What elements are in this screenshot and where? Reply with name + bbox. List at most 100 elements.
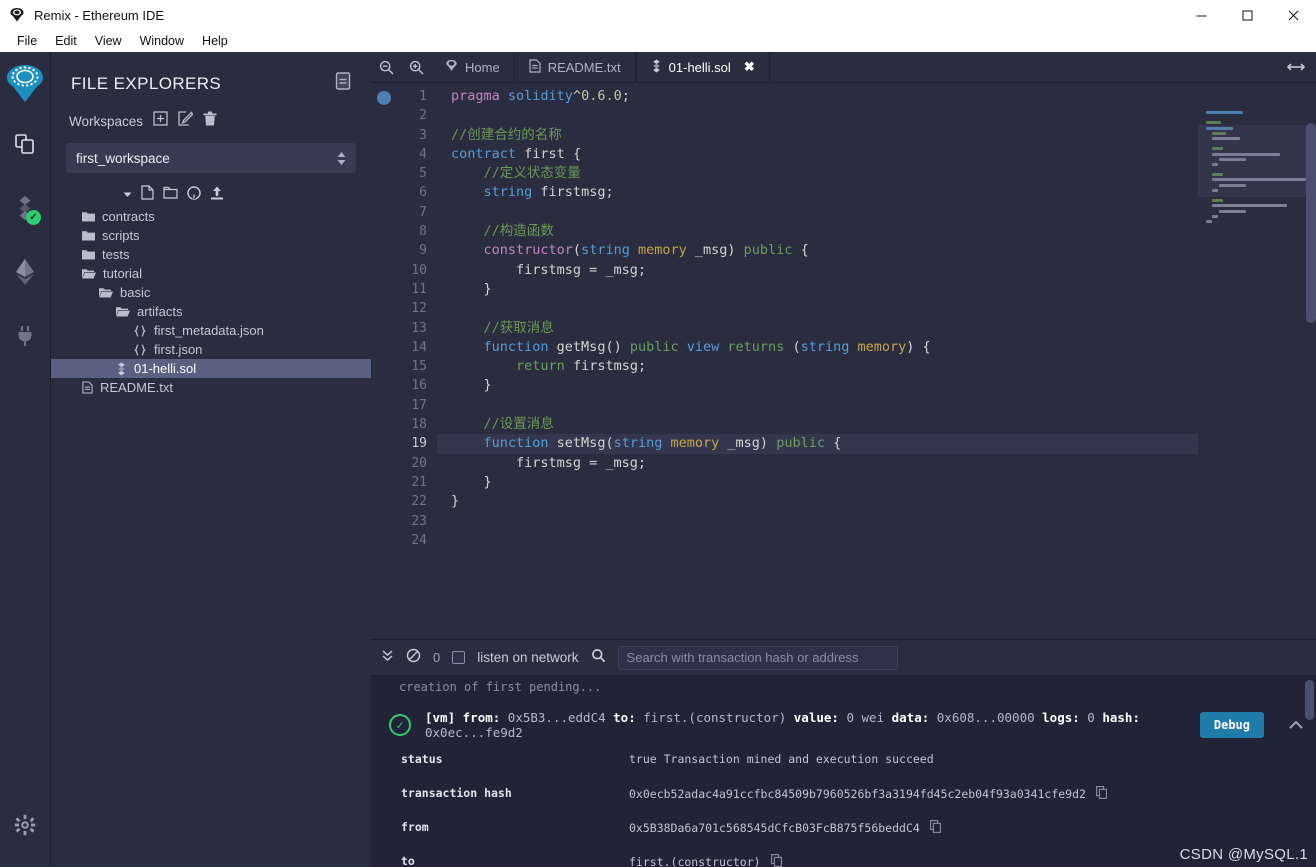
zoom-out-icon[interactable]	[371, 52, 401, 82]
minimap-slider[interactable]	[1198, 125, 1316, 197]
code-token: ) {	[906, 338, 931, 355]
pencil-square-icon[interactable]	[178, 111, 194, 131]
code-line[interactable]: firstmsg = _msg;	[451, 261, 1198, 280]
menu-edit[interactable]: Edit	[46, 32, 86, 50]
sidebar-item-solidity-compiler[interactable]: ✓	[4, 188, 46, 232]
code-line[interactable]: }	[451, 280, 1198, 299]
line-number: 14	[411, 339, 427, 355]
breakpoint-icon[interactable]	[377, 91, 391, 105]
search-icon[interactable]	[591, 648, 606, 668]
text-file-icon	[529, 58, 541, 76]
tree-item-first-json[interactable]: first.json	[51, 340, 371, 359]
code-line[interactable]: return firstmsg;	[451, 357, 1198, 376]
code-line[interactable]	[451, 512, 1198, 531]
code-line[interactable]: function getMsg() public view returns (s…	[451, 338, 1198, 357]
tree-item-scripts[interactable]: scripts	[51, 226, 371, 245]
menu-view[interactable]: View	[86, 32, 131, 50]
sidebar-item-plugin-manager[interactable]	[4, 316, 46, 360]
code-line[interactable]: //获取消息	[451, 319, 1198, 338]
tab-home[interactable]: Home	[431, 52, 515, 82]
terminal-scrollbar[interactable]	[1305, 680, 1314, 720]
copy-icon[interactable]	[1096, 786, 1107, 802]
workspace-select[interactable]: first_workspace	[66, 143, 356, 173]
tx-summary-key: from:	[462, 710, 508, 725]
github-icon[interactable]	[187, 185, 201, 203]
tab-readme[interactable]: README.txt	[515, 52, 636, 82]
editor-breakpoint-gutter[interactable]	[371, 83, 397, 639]
tree-item-basic[interactable]: basic	[51, 283, 371, 302]
close-button[interactable]	[1270, 0, 1316, 30]
line-number: 4	[419, 146, 427, 162]
trash-icon[interactable]	[203, 111, 217, 131]
chevron-up-icon[interactable]	[1288, 716, 1304, 734]
code-line[interactable]: //设置消息	[451, 415, 1198, 434]
tree-item-tutorial[interactable]: tutorial	[51, 264, 371, 283]
code-line[interactable]: }	[451, 376, 1198, 395]
code-token: memory	[857, 338, 907, 355]
minimap-line	[1206, 225, 1316, 228]
copy-icon[interactable]	[929, 820, 941, 836]
code-line[interactable]: //构造函数	[451, 222, 1198, 241]
code-line[interactable]	[451, 203, 1198, 222]
expand-horizontal-icon[interactable]	[1286, 60, 1306, 78]
code-line[interactable]: function setMsg(string memory _msg) publ…	[437, 434, 1198, 454]
code-line[interactable]: //定义状态变量	[451, 164, 1198, 183]
sidebar-item-deploy-run[interactable]	[4, 252, 46, 296]
chevrons-down-icon[interactable]	[381, 649, 394, 667]
new-file-icon[interactable]	[141, 185, 154, 203]
code-line[interactable]: firstmsg = _msg;	[451, 454, 1198, 473]
panel-toggle-icon[interactable]	[335, 72, 351, 95]
tab-01-helli-sol[interactable]: 01-helli.sol ✖	[635, 52, 770, 82]
file-explorer-panel: FILE EXPLORERS Workspaces first_workspac…	[51, 52, 371, 867]
code-line[interactable]	[451, 299, 1198, 318]
zoom-in-icon[interactable]	[401, 52, 431, 82]
tree-item-artifacts[interactable]: artifacts	[51, 302, 371, 321]
code-line[interactable]: }	[451, 492, 1198, 511]
listen-on-network-checkbox[interactable]	[452, 651, 466, 664]
tree-item-contracts[interactable]: contracts	[51, 207, 371, 226]
tree-item-first-metadata-json[interactable]: first_metadata.json	[51, 321, 371, 340]
app-body: ✓ FILE EXPLORERS Workspaces first_worksp…	[0, 52, 1316, 867]
menu-file[interactable]: File	[8, 32, 46, 50]
minimize-button[interactable]	[1178, 0, 1224, 30]
close-icon[interactable]: ✖	[744, 59, 755, 75]
menu-window[interactable]: Window	[131, 32, 193, 50]
code-line[interactable]: contract first {	[451, 145, 1198, 164]
maximize-button[interactable]	[1224, 0, 1270, 30]
terminal-body[interactable]: creation of first pending... ✓ [vm] from…	[371, 676, 1316, 867]
code-line[interactable]: constructor(string memory _msg) public {	[451, 241, 1198, 260]
plus-square-icon[interactable]	[153, 111, 168, 131]
code-line[interactable]	[451, 106, 1198, 125]
code-line[interactable]	[451, 396, 1198, 415]
sidebar-item-file-explorers[interactable]	[4, 124, 46, 168]
sidebar-item-settings[interactable]	[4, 805, 46, 849]
menu-help[interactable]: Help	[193, 32, 237, 50]
tree-item-readme-txt[interactable]: README.txt	[51, 378, 371, 397]
remix-logo-icon[interactable]	[3, 62, 47, 106]
transaction-detail-rows: status true Transaction mined and executi…	[389, 752, 1304, 867]
code-line[interactable]: }	[451, 473, 1198, 492]
code-token: ;	[621, 88, 630, 104]
ban-circle-icon[interactable]	[406, 648, 421, 668]
editor-code-content[interactable]: pragma solidity^0.6.0; //创建合约的名称 contract…	[437, 83, 1198, 639]
new-folder-icon[interactable]	[163, 186, 178, 202]
terminal-pending-text: creation of first pending...	[399, 680, 602, 694]
editor-scrollbar[interactable]	[1306, 123, 1316, 323]
tree-item-tests[interactable]: tests	[51, 245, 371, 264]
chevron-down-icon[interactable]	[123, 187, 132, 202]
code-editor[interactable]: 1 2 3 4 5 6 7 8 9 10 11 12 13 14 15 16 17 18 19 20 21 22 23 24 …	[371, 83, 1198, 639]
transaction-header[interactable]: ✓ [vm] from: 0x5B3...eddC4 to: first.(co…	[389, 710, 1304, 740]
code-line[interactable]: pragma solidity^0.6.0;	[451, 87, 1198, 106]
editor-minimap[interactable]	[1198, 83, 1316, 639]
code-line[interactable]	[451, 531, 1198, 550]
transaction-search-input[interactable]: Search with transaction hash or address	[617, 645, 898, 670]
line-number: 3	[419, 127, 427, 143]
tree-item-label: artifacts	[137, 304, 183, 319]
code-line[interactable]: //创建合约的名称	[451, 126, 1198, 145]
tree-item-01-helli-sol[interactable]: 01-helli.sol	[51, 359, 371, 378]
debug-button[interactable]: Debug	[1199, 712, 1264, 738]
code-line[interactable]: string firstmsg;	[451, 183, 1198, 202]
copy-icon[interactable]	[770, 854, 782, 867]
upload-icon[interactable]	[210, 186, 224, 203]
